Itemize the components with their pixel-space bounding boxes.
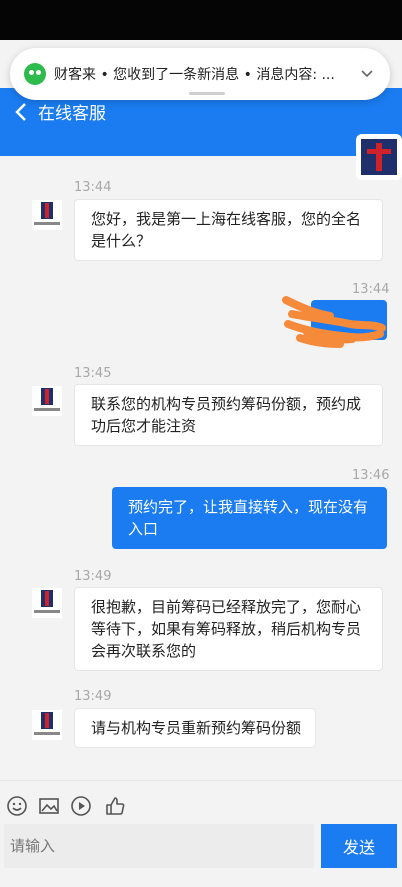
service-logo [356, 134, 402, 180]
message-time: 13:44 [74, 180, 112, 195]
input-bar: 发送 [0, 822, 402, 887]
back-button[interactable] [10, 100, 34, 124]
drag-handle[interactable] [189, 92, 225, 95]
app-icon [24, 63, 46, 85]
agent-message-bubble: 请与机构专员重新预约筹码份额 [74, 708, 317, 748]
image-icon[interactable] [38, 795, 60, 817]
notification-banner[interactable]: 财客来 • 您收到了一条新消息 • 消息内容: ... [10, 48, 390, 100]
redaction-scribble [282, 296, 386, 348]
agent-message-bubble: 很抱歉，目前筹码已经释放完了，您耐心等待下，如果有筹码释放，稍后机构专员会再次联… [74, 587, 383, 671]
agent-message-bubble: 您好，我是第一上海在线客服，您的全名是什么？ [74, 199, 383, 261]
chevron-down-icon[interactable] [360, 66, 374, 80]
agent-avatar [32, 588, 62, 618]
agent-avatar [32, 200, 62, 230]
message-time: 13:45 [74, 366, 112, 381]
user-message-bubble: 预约完了，让我直接转入，现在没有入口 [112, 487, 387, 549]
thumbs-up-icon[interactable] [104, 795, 126, 817]
notification-text: 财客来 • 您收到了一条新消息 • 消息内容: ... [54, 67, 335, 83]
message-time: 13:49 [74, 569, 112, 584]
status-bar [0, 0, 402, 40]
first-shanghai-logo-icon [361, 139, 397, 175]
video-icon[interactable] [70, 795, 92, 817]
agent-avatar [32, 386, 62, 416]
emoji-icon[interactable] [6, 795, 28, 817]
page-title: 在线客服 [38, 104, 106, 124]
agent-message-bubble: 联系您的机构专员预约筹码份额，预约成功后您才能注资 [74, 384, 383, 446]
message-input[interactable] [4, 824, 314, 868]
chevron-left-icon [15, 103, 26, 121]
message-time: 13:49 [74, 689, 112, 704]
message-time: 13:46 [352, 468, 390, 483]
chat-toolbar [0, 780, 402, 828]
send-button[interactable]: 发送 [321, 824, 397, 868]
agent-avatar [32, 710, 62, 740]
